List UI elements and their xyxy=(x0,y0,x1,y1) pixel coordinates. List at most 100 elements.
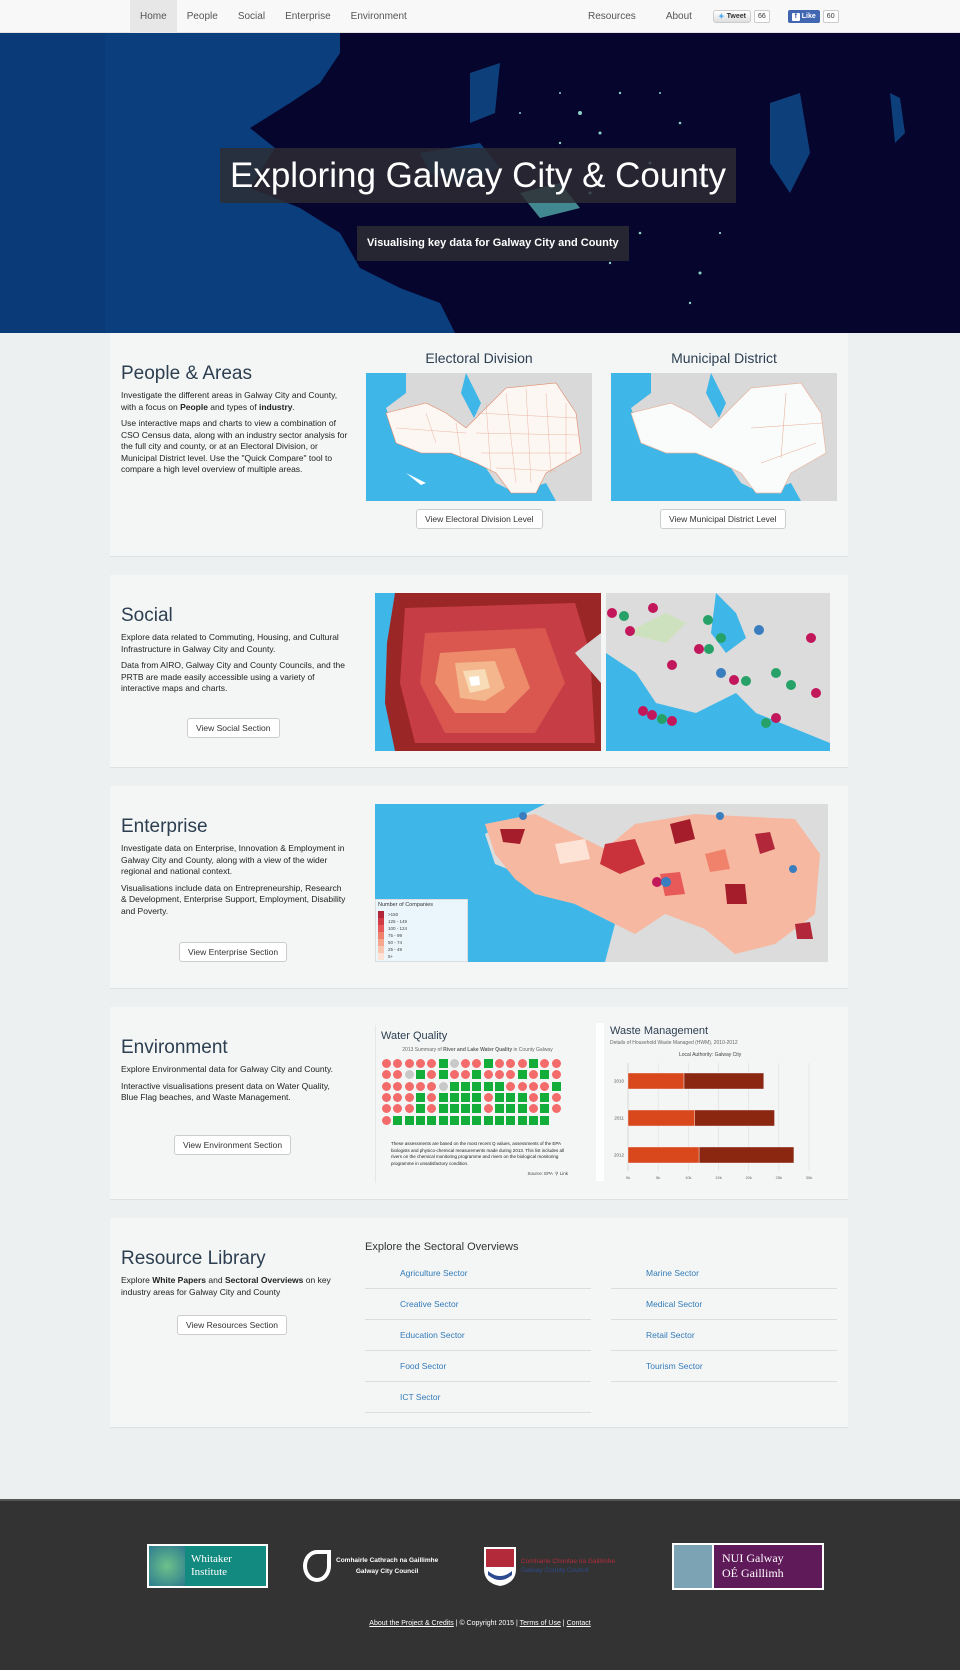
whitaker-institute-logo[interactable]: Whitaker Institute xyxy=(147,1544,268,1588)
view-environment-button[interactable]: View Environment Section xyxy=(174,1135,292,1155)
water-quality-dot[interactable] xyxy=(438,1081,448,1091)
water-quality-square[interactable] xyxy=(528,1059,538,1068)
water-quality-dot[interactable] xyxy=(528,1081,538,1091)
nav-about[interactable]: About xyxy=(651,0,707,33)
water-quality-dot[interactable] xyxy=(427,1092,437,1102)
water-quality-dot[interactable] xyxy=(404,1092,414,1102)
water-quality-square[interactable] xyxy=(449,1104,459,1114)
water-quality-square[interactable] xyxy=(495,1092,504,1102)
water-quality-dot[interactable] xyxy=(540,1081,550,1091)
water-quality-square[interactable] xyxy=(427,1115,437,1125)
water-quality-square[interactable] xyxy=(449,1115,459,1125)
water-quality-square[interactable] xyxy=(506,1104,516,1114)
water-quality-square[interactable] xyxy=(438,1059,448,1068)
view-municipal-district-button[interactable]: View Municipal District Level xyxy=(660,509,786,529)
water-quality-dot[interactable] xyxy=(404,1059,414,1068)
water-quality-dot[interactable] xyxy=(404,1081,414,1091)
sector-link-tourism[interactable]: Tourism Sector xyxy=(611,1351,837,1382)
water-quality-square[interactable] xyxy=(449,1081,459,1091)
nav-social[interactable]: Social xyxy=(228,0,275,33)
water-quality-square[interactable] xyxy=(472,1104,482,1114)
water-quality-square[interactable] xyxy=(461,1081,471,1091)
sector-link-education[interactable]: Education Sector xyxy=(365,1320,591,1351)
galway-county-council-logo[interactable]: Comhairle Chontae na Gaillimhe Galway Co… xyxy=(482,1544,657,1588)
water-quality-dot[interactable] xyxy=(506,1070,516,1080)
water-quality-square[interactable] xyxy=(506,1115,516,1125)
sector-link-agriculture[interactable]: Agriculture Sector xyxy=(365,1258,591,1289)
water-quality-square[interactable] xyxy=(517,1092,527,1102)
water-quality-square[interactable] xyxy=(438,1115,448,1125)
water-quality-dot[interactable] xyxy=(382,1059,391,1068)
nui-galway-logo[interactable]: NUI Galway OÉ Gaillimh xyxy=(672,1543,824,1590)
water-quality-dot[interactable] xyxy=(551,1059,561,1068)
galway-city-council-logo[interactable]: Comhairle Cathrach na Gaillimhe Galway C… xyxy=(303,1546,443,1586)
water-quality-dot[interactable] xyxy=(506,1081,516,1091)
water-source-link[interactable]: Link xyxy=(560,1171,568,1176)
water-quality-dot[interactable] xyxy=(427,1059,437,1068)
water-quality-square[interactable] xyxy=(495,1115,504,1125)
water-quality-square[interactable] xyxy=(495,1081,504,1091)
water-quality-square[interactable] xyxy=(528,1115,538,1125)
water-quality-square[interactable] xyxy=(483,1059,493,1068)
water-quality-dot[interactable] xyxy=(393,1104,403,1114)
sector-link-ict[interactable]: ICT Sector xyxy=(365,1382,591,1413)
sector-link-food[interactable]: Food Sector xyxy=(365,1351,591,1382)
water-quality-dot[interactable] xyxy=(483,1070,493,1080)
water-quality-dot[interactable] xyxy=(382,1115,391,1125)
water-quality-square[interactable] xyxy=(449,1092,459,1102)
water-quality-dot[interactable] xyxy=(540,1059,550,1068)
water-quality-dot[interactable] xyxy=(415,1081,425,1091)
water-quality-square[interactable] xyxy=(483,1081,493,1091)
water-quality-dot[interactable] xyxy=(495,1059,504,1068)
water-quality-dot[interactable] xyxy=(528,1070,538,1080)
municipal-district-map-image[interactable] xyxy=(611,373,837,501)
water-quality-dot[interactable] xyxy=(427,1070,437,1080)
water-quality-square[interactable] xyxy=(517,1115,527,1125)
water-quality-dot[interactable] xyxy=(517,1081,527,1091)
nav-enterprise[interactable]: Enterprise xyxy=(275,0,341,33)
water-quality-dot[interactable] xyxy=(528,1092,538,1102)
water-quality-dot[interactable] xyxy=(461,1070,471,1080)
water-quality-dot[interactable] xyxy=(404,1070,414,1080)
facebook-like-button[interactable]: f Like xyxy=(787,10,820,23)
water-quality-dot[interactable] xyxy=(427,1081,437,1091)
nav-home[interactable]: Home xyxy=(130,0,177,33)
water-quality-dot[interactable] xyxy=(415,1059,425,1068)
water-quality-square[interactable] xyxy=(461,1115,471,1125)
water-quality-dot[interactable] xyxy=(495,1070,504,1080)
view-electoral-division-button[interactable]: View Electoral Division Level xyxy=(416,509,543,529)
water-quality-card[interactable]: Water Quality 2013 Summary of River and … xyxy=(375,1025,578,1183)
view-resources-button[interactable]: View Resources Section xyxy=(177,1315,287,1335)
about-credits-link[interactable]: About the Project & Credits xyxy=(369,1620,453,1627)
terms-of-use-link[interactable]: Terms of Use xyxy=(520,1620,561,1627)
water-quality-dot[interactable] xyxy=(483,1092,493,1102)
water-quality-dot[interactable] xyxy=(506,1059,516,1068)
nav-resources[interactable]: Resources xyxy=(573,0,651,33)
water-quality-dot[interactable] xyxy=(404,1104,414,1114)
water-quality-square[interactable] xyxy=(472,1092,482,1102)
sector-link-marine[interactable]: Marine Sector xyxy=(611,1258,837,1289)
water-quality-dot[interactable] xyxy=(483,1104,493,1114)
water-quality-dot[interactable] xyxy=(551,1104,561,1114)
social-heatmap-image[interactable] xyxy=(375,593,601,751)
waste-management-card[interactable]: Waste Management Details of Household Wa… xyxy=(596,1023,828,1181)
nav-people[interactable]: People xyxy=(177,0,228,33)
sector-link-medical[interactable]: Medical Sector xyxy=(611,1289,837,1320)
water-quality-dot[interactable] xyxy=(382,1092,391,1102)
water-quality-dot[interactable] xyxy=(528,1104,538,1114)
water-quality-dot[interactable] xyxy=(393,1070,403,1080)
water-quality-square[interactable] xyxy=(415,1070,425,1080)
water-quality-dot[interactable] xyxy=(461,1059,471,1068)
water-quality-dot[interactable] xyxy=(393,1092,403,1102)
water-quality-square[interactable] xyxy=(393,1115,403,1125)
water-quality-square[interactable] xyxy=(461,1104,471,1114)
contact-link[interactable]: Contact xyxy=(567,1620,591,1627)
water-quality-dot[interactable] xyxy=(551,1092,561,1102)
water-quality-square[interactable] xyxy=(438,1104,448,1114)
water-quality-square[interactable] xyxy=(415,1092,425,1102)
water-quality-dot[interactable] xyxy=(472,1059,482,1068)
water-quality-dot[interactable] xyxy=(517,1059,527,1068)
enterprise-choropleth-map-image[interactable]: Number of Companies >150 125 - 149 100 - 1… xyxy=(375,804,828,962)
water-quality-dot[interactable] xyxy=(551,1070,561,1080)
view-social-button[interactable]: View Social Section xyxy=(187,718,280,738)
